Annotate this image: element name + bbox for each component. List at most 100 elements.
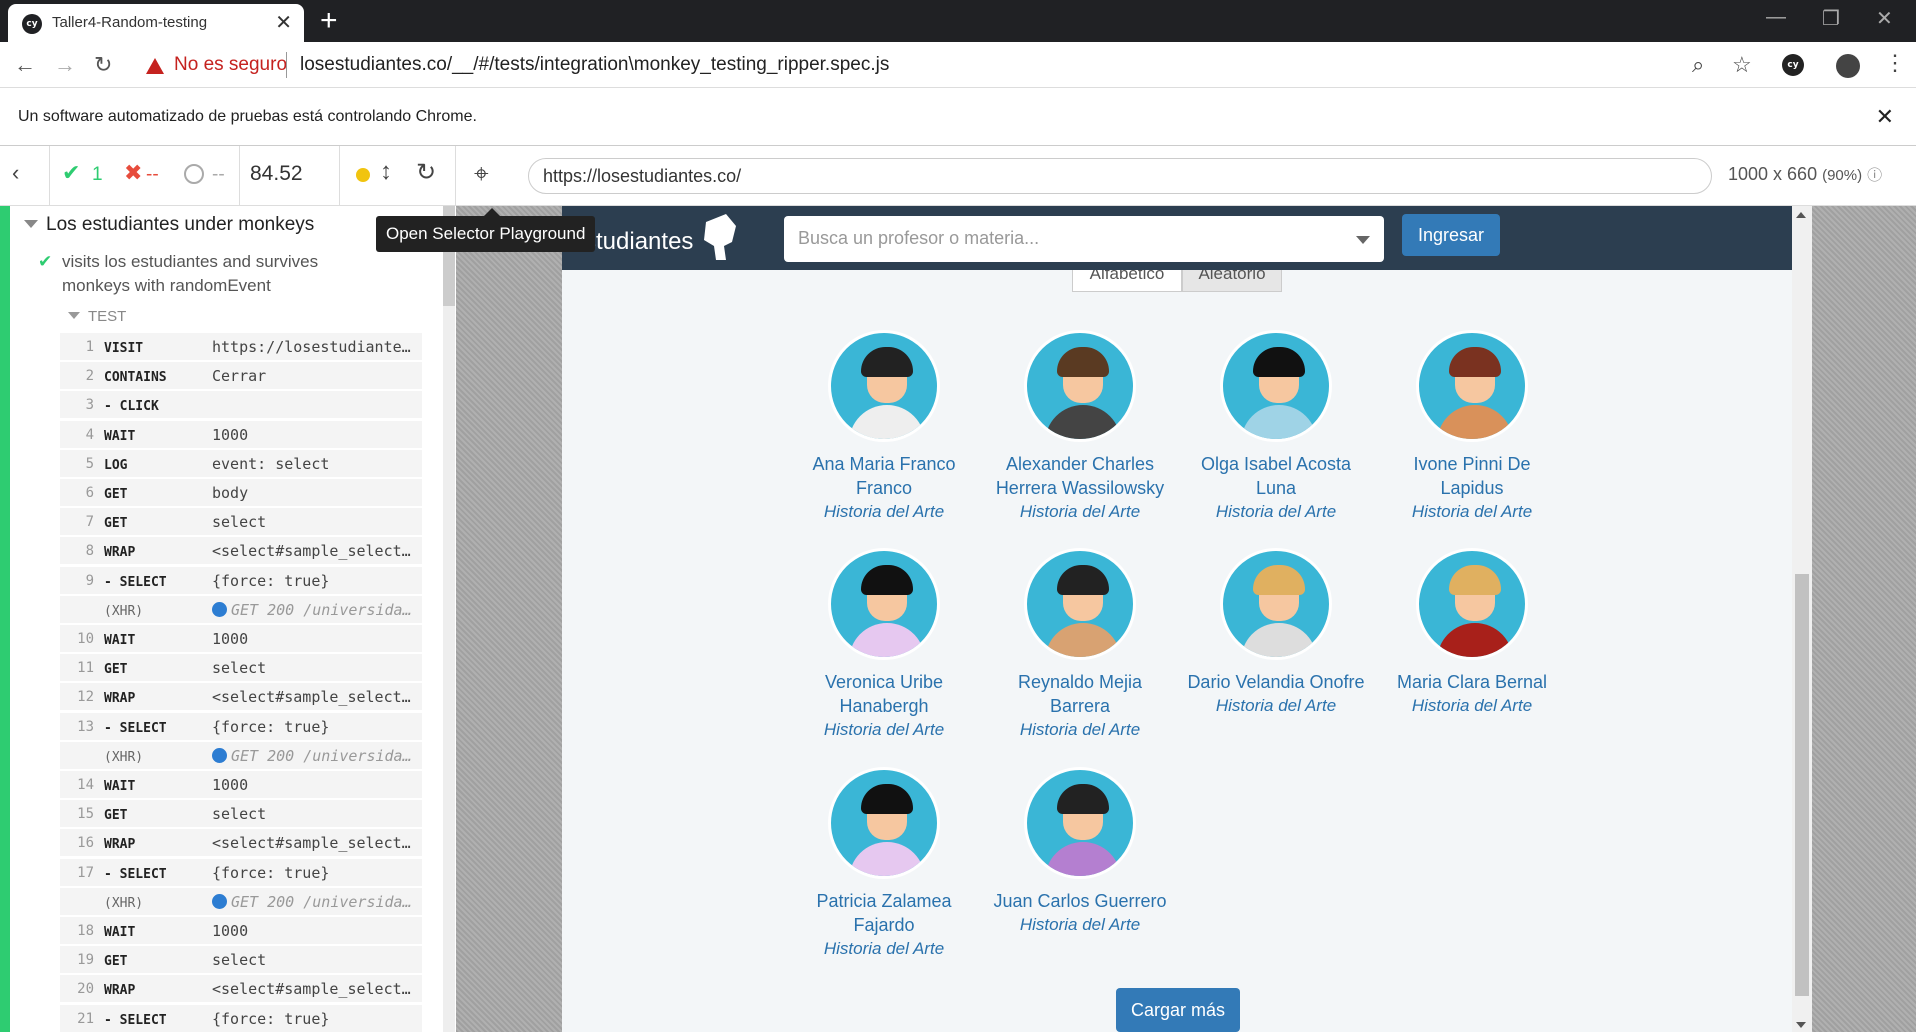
professor-subject[interactable]: Historia del Arte [1382,694,1562,718]
menu-icon[interactable]: ⋮ [1884,50,1906,76]
command-row[interactable]: 21 - SELECT {force: true} [60,1004,422,1033]
command-row[interactable]: 4 WAIT 1000 [60,420,422,449]
professor-subject[interactable]: Historia del Arte [794,937,974,961]
bookmark-star-icon[interactable]: ☆ [1732,52,1752,78]
command-row[interactable]: 7 GET select [60,508,422,537]
command-row[interactable]: 9 - SELECT {force: true} [60,566,422,595]
avatar[interactable] [1220,548,1332,660]
app-scroll-thumb[interactable] [1795,574,1809,996]
command-row[interactable]: 19 GET select [60,946,422,975]
avatar[interactable] [1024,767,1136,879]
command-row[interactable]: 18 WAIT 1000 [60,917,422,945]
search-input[interactable]: Busca un profesor o materia... [784,216,1384,262]
professor-name[interactable]: Alexander Charles Herrera Wassilowsky [990,452,1170,500]
avatar[interactable] [1024,330,1136,442]
professor-subject[interactable]: Historia del Arte [990,500,1170,524]
avatar[interactable] [1024,548,1136,660]
professor-card[interactable]: Reynaldo Mejia Barrera Historia del Arte [990,548,1170,742]
scroll-arrows-icon[interactable]: ↕ [380,158,392,186]
professor-subject[interactable]: Historia del Arte [1382,500,1562,524]
command-row[interactable]: 12 WRAP <select#sample_select… [60,683,422,712]
avatar[interactable] [828,548,940,660]
command-row[interactable]: 16 WRAP <select#sample_select… [60,829,422,858]
url-text[interactable]: losestudiantes.co/__/#/tests/integration… [300,54,889,76]
zoom-icon[interactable]: ⌕ [1692,52,1704,78]
avatar[interactable] [1220,330,1332,442]
close-window-icon[interactable]: ✕ [1876,6,1893,31]
caret-down-icon[interactable] [24,220,38,228]
professor-name[interactable]: Patricia Zalamea Fajardo [794,889,974,937]
professor-subject[interactable]: Historia del Arte [794,500,974,524]
professor-name[interactable]: Ivone Pinni De Lapidus [1382,452,1562,500]
new-tab-icon[interactable]: + [320,4,338,38]
professor-name[interactable]: Olga Isabel Acosta Luna [1186,452,1366,500]
restart-icon[interactable]: ↻ [416,158,436,187]
back-icon[interactable]: ← [14,52,36,78]
professor-card[interactable]: Patricia Zalamea Fajardo Historia del Art… [794,767,974,961]
professor-card[interactable]: Maria Clara Bernal Historia del Arte [1382,548,1562,718]
professor-subject[interactable]: Historia del Arte [794,718,974,742]
viewport-info[interactable]: 1000 x 660 (90%) ⓘ [1728,164,1882,185]
test-title-line1[interactable]: visits los estudiantes and survives [62,252,318,272]
close-tab-icon[interactable]: ✕ [275,10,292,35]
professor-name[interactable]: Dario Velandia Onofre [1186,670,1366,694]
professor-name[interactable]: Reynaldo Mejia Barrera [990,670,1170,718]
close-infobar-icon[interactable]: ✕ [1876,104,1894,130]
professor-subject[interactable]: Historia del Arte [990,913,1170,937]
professor-subject[interactable]: Historia del Arte [990,718,1170,742]
command-row[interactable]: 10 WAIT 1000 [60,625,422,653]
command-row[interactable]: (XHR) GET 200 /universida… [60,887,422,916]
command-row[interactable]: 1 VISIT https://losestudiante… [60,333,422,361]
command-row[interactable]: 2 CONTAINS Cerrar [60,362,422,391]
command-log-scrollbar[interactable] [443,206,455,1032]
professor-card[interactable]: Juan Carlos Guerrero Historia del Arte [990,767,1170,937]
minimize-icon[interactable]: — [1766,6,1786,29]
suite-title[interactable]: Los estudiantes under monkeys [46,214,314,236]
professor-card[interactable]: Veronica Uribe Hanabergh Historia del Art… [794,548,974,742]
profile-icon[interactable] [1836,54,1860,78]
avatar[interactable] [1416,330,1528,442]
command-row[interactable]: 14 WAIT 1000 [60,771,422,799]
avatar[interactable] [1416,548,1528,660]
command-row[interactable]: 15 GET select [60,800,422,829]
chevron-down-icon[interactable] [1356,236,1370,244]
command-row[interactable]: (XHR) GET 200 /universida… [60,741,422,770]
login-button[interactable]: Ingresar [1402,214,1500,256]
chevron-left-icon[interactable]: ‹ [12,160,19,186]
command-row[interactable]: 17 - SELECT {force: true} [60,858,422,887]
professor-subject[interactable]: Historia del Arte [1186,694,1366,718]
browser-tab[interactable]: cy Taller4-Random-testing ✕ [8,4,304,42]
security-label[interactable]: No es seguro [174,54,287,76]
command-row[interactable]: 6 GET body [60,479,422,507]
command-row[interactable]: 8 WRAP <select#sample_select… [60,537,422,566]
selector-playground-icon[interactable]: ⌖ [474,158,489,190]
test-title-line2[interactable]: monkeys with randomEvent [62,276,271,296]
command-row[interactable]: 11 GET select [60,654,422,683]
load-more-button[interactable]: Cargar más [1116,988,1240,1032]
professor-card[interactable]: Olga Isabel Acosta Luna Historia del Arte [1186,330,1366,524]
professor-card[interactable]: Ana Maria Franco Franco Historia del Arte [794,330,974,524]
command-row[interactable]: 5 LOG event: select [60,449,422,478]
avatar[interactable] [828,330,940,442]
viewport-scale: (90%) [1822,167,1863,184]
professor-name[interactable]: Maria Clara Bernal [1382,670,1562,694]
section-caret-icon[interactable] [68,312,80,319]
restore-icon[interactable]: ❐ [1822,6,1840,31]
professor-name[interactable]: Veronica Uribe Hanabergh [794,670,974,718]
command-row[interactable]: 20 WRAP <select#sample_select… [60,975,422,1004]
command-row[interactable]: (XHR) GET 200 /universida… [60,595,422,624]
command-row[interactable]: 13 - SELECT {force: true} [60,712,422,741]
professor-card[interactable]: Ivone Pinni De Lapidus Historia del Arte [1382,330,1562,524]
command-row[interactable]: 3 - CLICK [60,391,422,420]
cypress-extension-icon[interactable]: cy [1782,54,1804,76]
professor-card[interactable]: Alexander Charles Herrera Wassilowsky His… [990,330,1170,524]
professor-name[interactable]: Juan Carlos Guerrero [990,889,1170,913]
reload-icon[interactable]: ↻ [94,52,112,78]
professor-card[interactable]: Dario Velandia Onofre Historia del Arte [1186,548,1366,718]
forward-icon[interactable]: → [54,52,76,78]
avatar[interactable] [828,767,940,879]
scroll-up-icon[interactable] [1796,212,1806,218]
professor-name[interactable]: Ana Maria Franco Franco [794,452,974,500]
scroll-down-icon[interactable] [1796,1022,1806,1028]
professor-subject[interactable]: Historia del Arte [1186,500,1366,524]
